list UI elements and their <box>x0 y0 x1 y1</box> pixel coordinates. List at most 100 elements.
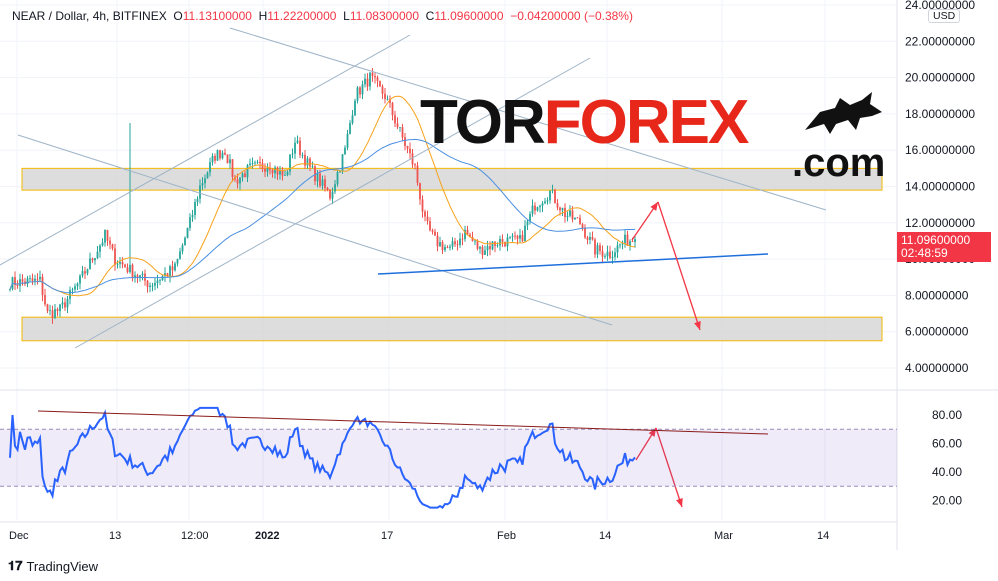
candle <box>64 302 66 308</box>
candle <box>509 236 511 238</box>
candle <box>309 158 311 167</box>
candle <box>189 217 191 228</box>
candle <box>286 171 289 176</box>
candle <box>276 167 279 175</box>
time-tick-label: 14 <box>817 530 830 542</box>
candle <box>94 258 96 261</box>
candle <box>499 238 501 246</box>
candle <box>599 245 601 252</box>
candle <box>459 238 461 245</box>
symbol-legend: NEAR / Dollar, 4h, BITFINEX O11.13100000… <box>12 9 633 23</box>
candle <box>59 304 61 312</box>
price-tick-label: 4.00000000 <box>905 361 969 375</box>
candle <box>461 238 464 240</box>
time-tick-label: 12:00 <box>181 530 209 542</box>
candle <box>221 152 224 159</box>
candle <box>376 77 379 81</box>
candle <box>224 152 226 155</box>
candle <box>146 280 149 287</box>
candle <box>366 78 369 87</box>
candle <box>576 217 579 219</box>
candle <box>299 140 301 156</box>
candle <box>429 221 431 231</box>
candle <box>384 93 386 99</box>
candle <box>141 273 144 276</box>
candle <box>74 286 76 290</box>
candle <box>119 261 121 264</box>
candle <box>214 155 216 161</box>
candle <box>624 234 626 244</box>
candle <box>294 142 296 154</box>
candle <box>336 172 339 185</box>
price-tick-label: 18.00000000 <box>905 107 975 121</box>
candle <box>451 241 454 247</box>
candle <box>229 159 231 164</box>
chart-canvas[interactable]: 24.0000000022.0000000020.0000000018.0000… <box>0 0 998 550</box>
candle <box>381 86 384 94</box>
candle <box>606 251 609 257</box>
candle <box>611 256 614 258</box>
rsi-tick-label: 20.00 <box>932 494 962 508</box>
candle <box>179 251 181 259</box>
candle <box>196 198 199 203</box>
candle <box>154 282 156 286</box>
candle <box>474 240 476 242</box>
candle <box>66 298 69 308</box>
candle <box>634 239 636 242</box>
price-tick-label: 20.00000000 <box>905 71 975 85</box>
candle <box>589 237 591 240</box>
candle <box>514 235 516 237</box>
candle <box>579 217 581 225</box>
candle <box>434 231 436 236</box>
time-tick-label: 14 <box>599 530 612 542</box>
candle <box>9 289 11 290</box>
candle <box>431 230 434 232</box>
candle <box>554 189 556 204</box>
candle <box>226 154 229 164</box>
time-tick-label: 2022 <box>255 530 280 542</box>
candle <box>331 191 334 199</box>
candle <box>354 100 356 116</box>
candle <box>194 202 196 216</box>
candle <box>424 211 426 217</box>
candle <box>344 147 346 155</box>
candle <box>571 210 574 220</box>
candle <box>76 283 79 287</box>
open-value: 11.13100000 <box>182 9 252 23</box>
candle <box>559 207 561 211</box>
candle <box>41 276 44 296</box>
rsi-tick-label: 60.00 <box>932 437 962 451</box>
candle <box>449 246 451 248</box>
candle <box>359 87 361 95</box>
candle <box>301 154 304 156</box>
candle <box>251 162 254 164</box>
candle <box>521 235 524 241</box>
candle <box>274 167 276 174</box>
candle <box>609 251 611 258</box>
candle <box>124 264 126 268</box>
candle <box>544 201 546 204</box>
candle <box>171 266 174 271</box>
currency-button[interactable]: USD <box>928 9 961 23</box>
candle <box>99 245 101 252</box>
last-price-tag: 11.09600000 02:48:59 <box>897 232 991 262</box>
candle <box>491 241 494 250</box>
price-tick-label: 14.00000000 <box>905 180 975 194</box>
candle <box>591 237 594 240</box>
candle <box>39 276 41 280</box>
candle <box>439 242 441 247</box>
candle <box>284 175 286 176</box>
candle <box>91 258 94 261</box>
candle <box>511 235 514 237</box>
candle <box>476 240 479 249</box>
candle <box>211 155 214 163</box>
close-value: 11.09600000 <box>434 9 504 23</box>
candle <box>254 162 256 164</box>
candle <box>561 207 564 211</box>
candle <box>84 271 86 274</box>
tradingview-brand[interactable]: 𝟏𝟕 TradingView <box>8 558 98 574</box>
candle <box>546 200 549 202</box>
candle <box>116 263 119 265</box>
candle <box>61 302 64 305</box>
candle <box>259 161 261 164</box>
